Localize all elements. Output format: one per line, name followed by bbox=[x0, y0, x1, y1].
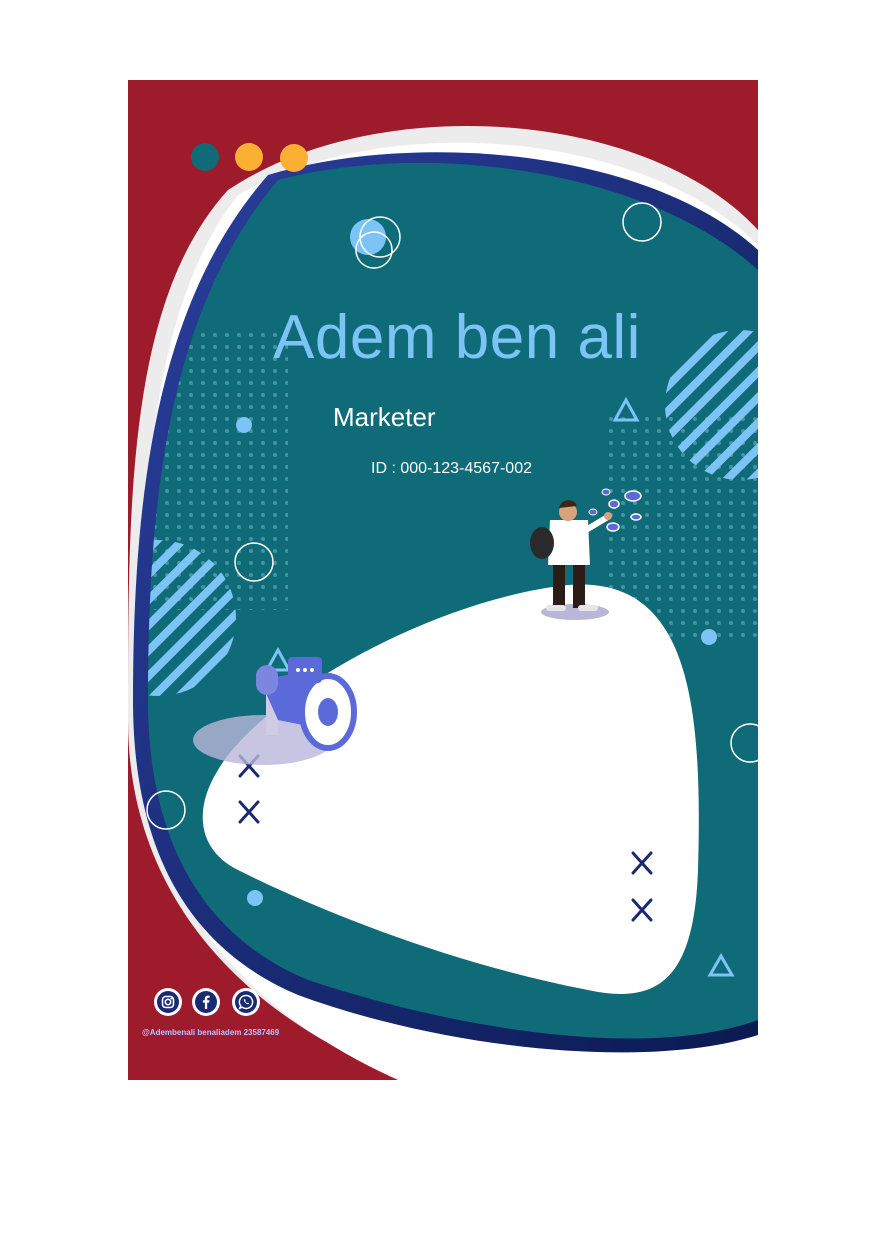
business-card: Adem ben ali Marketer ID : 000-123-4567-… bbox=[128, 80, 758, 1080]
facebook-icon[interactable] bbox=[192, 988, 220, 1016]
contact-handle: @Adembenali benaliadem 23587469 bbox=[142, 1028, 280, 1037]
person-name: Adem ben ali bbox=[273, 303, 641, 372]
instagram-icon[interactable] bbox=[154, 988, 182, 1016]
whatsapp-icon[interactable] bbox=[232, 988, 260, 1016]
card-background bbox=[128, 125, 758, 1080]
job-title: Marketer bbox=[333, 402, 436, 432]
id-number: ID : 000-123-4567-002 bbox=[371, 460, 532, 477]
